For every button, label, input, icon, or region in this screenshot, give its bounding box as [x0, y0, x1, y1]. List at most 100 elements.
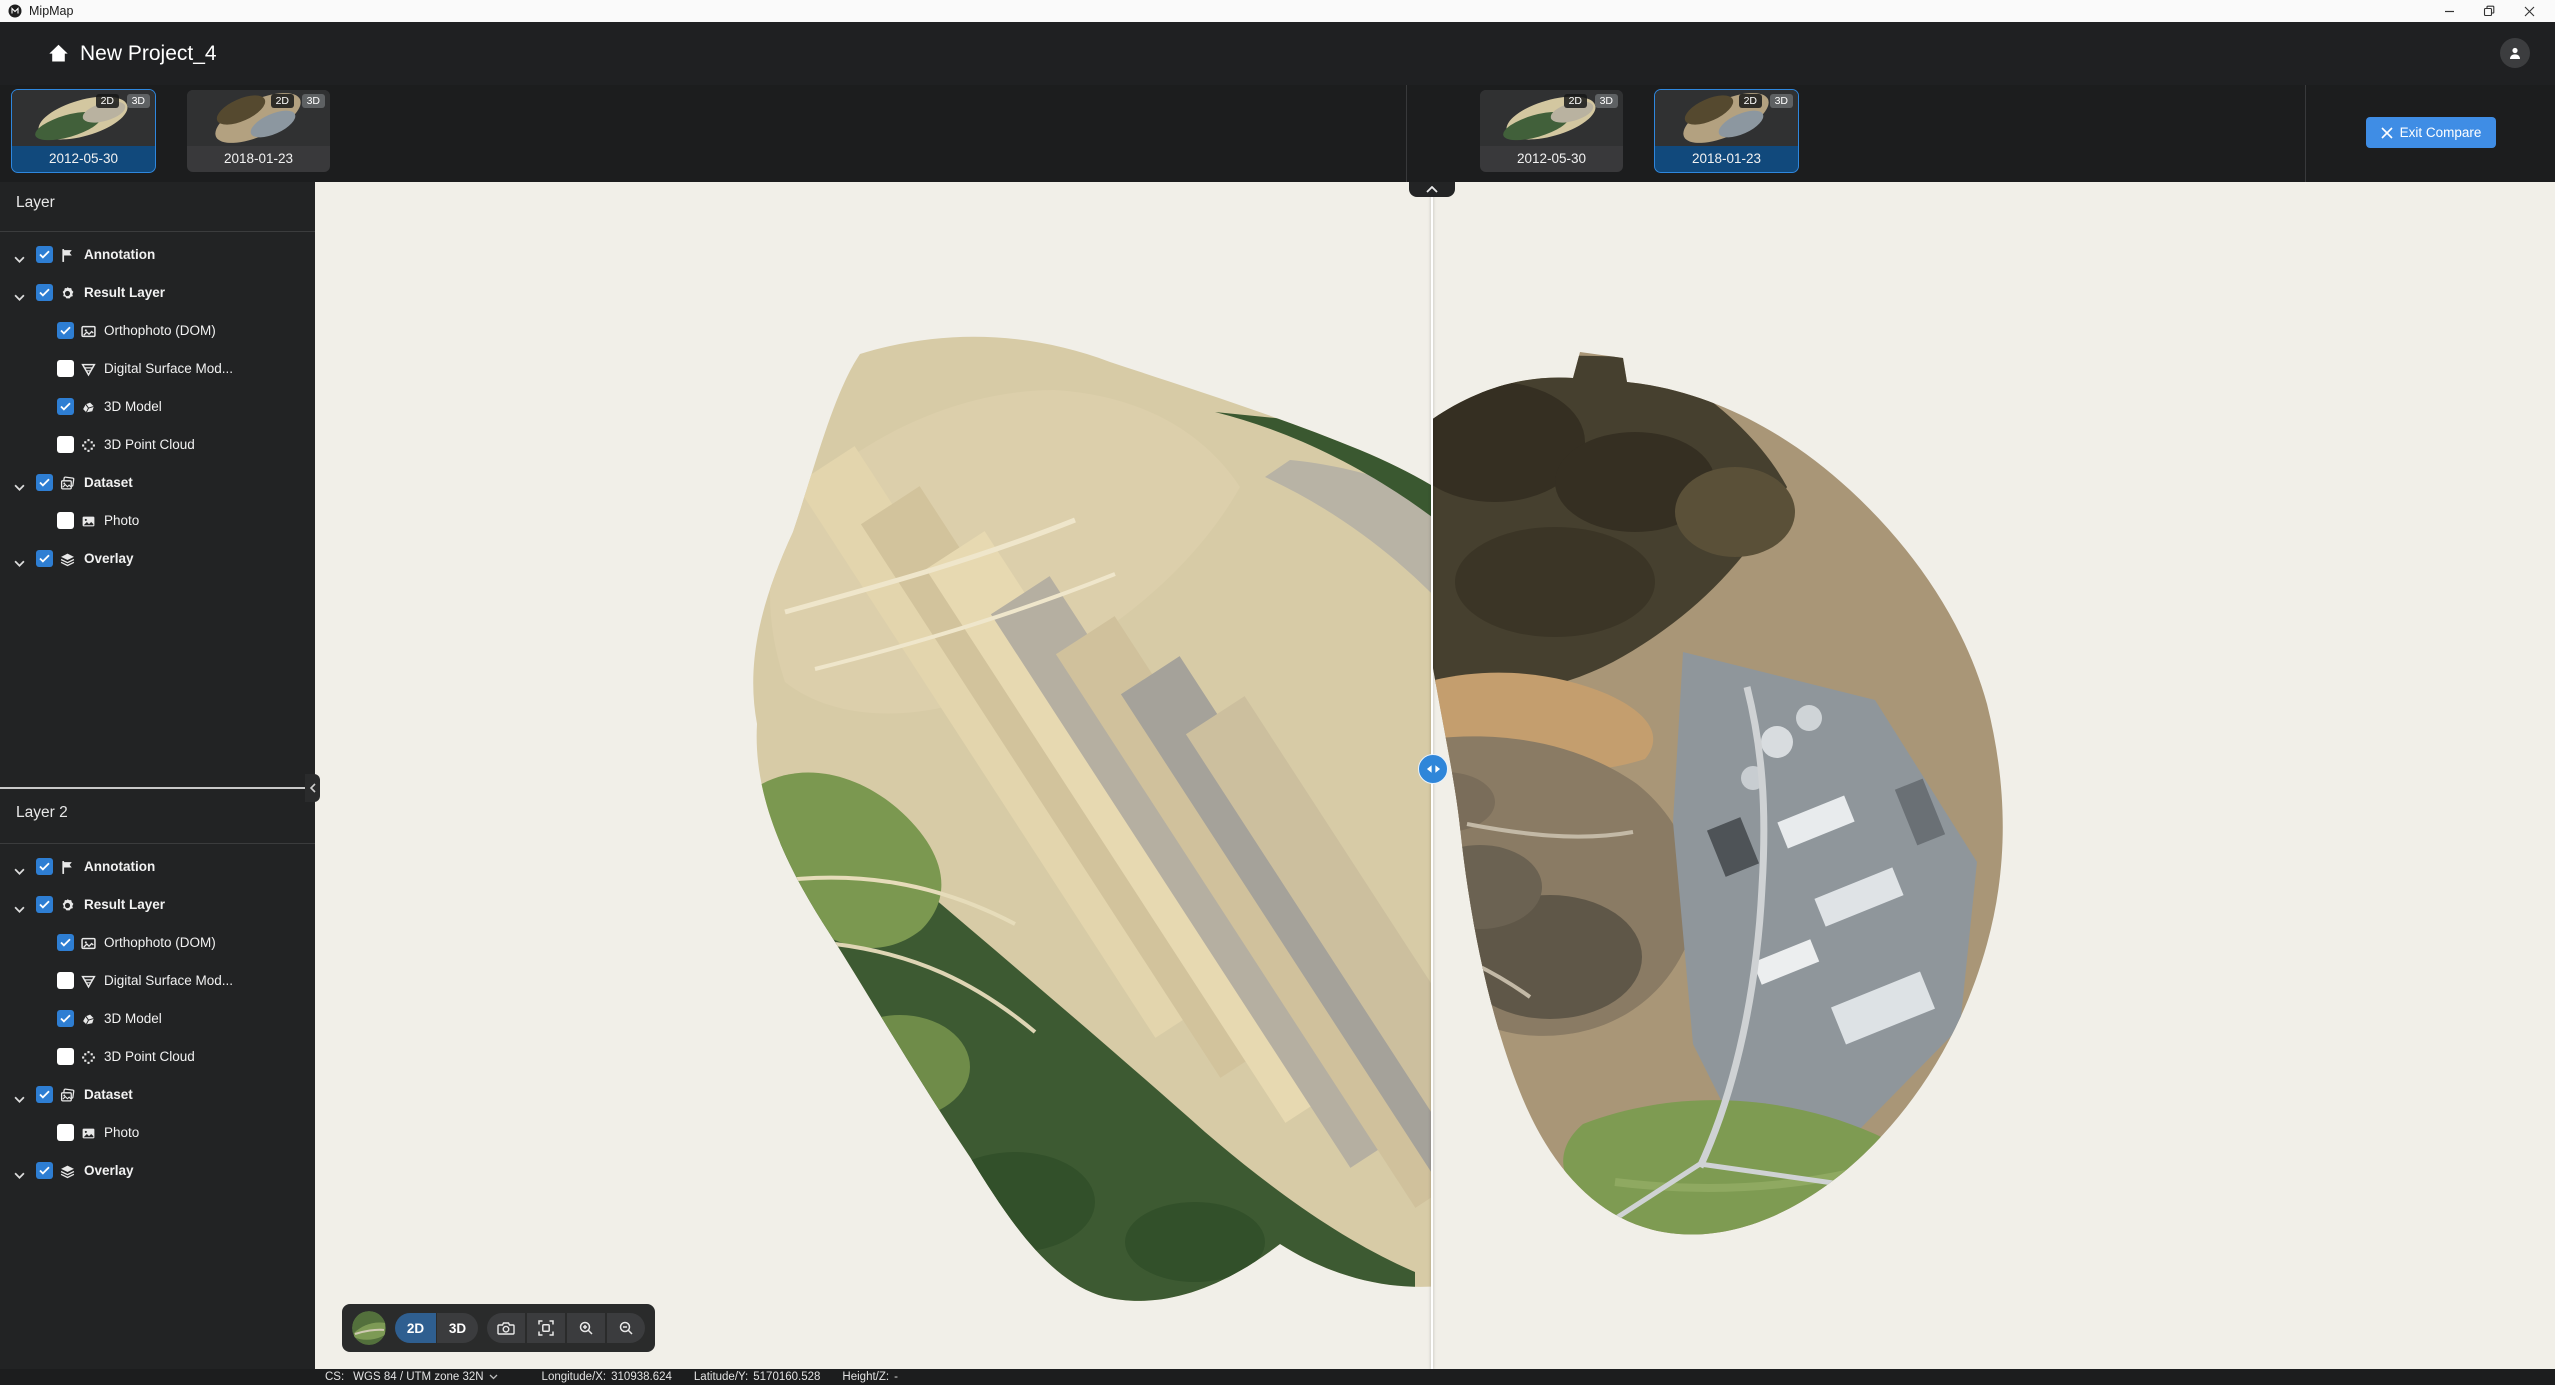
- checkbox-checked[interactable]: [36, 858, 53, 875]
- app-header: New Project_4: [0, 22, 2555, 86]
- zoom-out-icon: [618, 1320, 634, 1336]
- checkbox-unchecked[interactable]: [57, 1124, 74, 1141]
- view-2d-button[interactable]: 2D: [395, 1313, 436, 1343]
- main-area: 2D 3D: [0, 182, 2555, 1369]
- checkbox-unchecked[interactable]: [57, 972, 74, 989]
- dataset-thumb-right-2018[interactable]: 2D 3D 2018-01-23: [1655, 90, 1798, 172]
- overlay-icon: [60, 1164, 75, 1179]
- orthophoto-icon: [81, 936, 96, 951]
- layer2-row-annotation[interactable]: Annotation: [0, 852, 315, 882]
- home-icon[interactable]: [48, 43, 69, 63]
- chevron-left-icon: [310, 783, 316, 793]
- layer-row-dsm[interactable]: Digital Surface Mod...: [0, 354, 315, 384]
- dataset-date-label: 2012-05-30: [1480, 146, 1623, 172]
- dataset-date-label: 2012-05-30: [12, 146, 155, 172]
- checkbox-unchecked[interactable]: [57, 436, 74, 453]
- chevron-down-icon[interactable]: [14, 900, 25, 918]
- layer-row-result-layer[interactable]: Result Layer: [0, 278, 315, 308]
- badge-2d[interactable]: 2D: [271, 94, 294, 108]
- zoom-in-button[interactable]: [567, 1313, 605, 1343]
- badge-2d[interactable]: 2D: [96, 94, 119, 108]
- dataset-thumb-left-2018[interactable]: 2D 3D 2018-01-23: [187, 90, 330, 172]
- left-right-arrows-icon: [1426, 764, 1441, 774]
- layer2-row-dsm[interactable]: Digital Surface Mod...: [0, 966, 315, 996]
- chevron-down-icon[interactable]: [14, 288, 25, 306]
- coordinate-system-selector[interactable]: CS: WGS 84 / UTM zone 32N: [325, 1371, 498, 1383]
- layer2-row-point-cloud[interactable]: 3D Point Cloud: [0, 1042, 315, 1072]
- sidebar-collapse-handle[interactable]: [305, 774, 320, 802]
- view-3d-button[interactable]: 3D: [437, 1313, 478, 1343]
- checkbox-checked[interactable]: [36, 284, 53, 301]
- checkbox-checked[interactable]: [36, 1086, 53, 1103]
- checkbox-unchecked[interactable]: [57, 360, 74, 377]
- layer-row-photo[interactable]: Photo: [0, 506, 315, 536]
- checkbox-checked[interactable]: [36, 474, 53, 491]
- checkbox-checked[interactable]: [36, 1162, 53, 1179]
- dsm-icon: [81, 974, 96, 989]
- cs-label: CS:: [325, 1371, 344, 1383]
- layer-row-dataset[interactable]: Dataset: [0, 468, 315, 498]
- checkbox-checked[interactable]: [36, 896, 53, 913]
- restore-button[interactable]: [2469, 0, 2509, 22]
- user-avatar[interactable]: [2500, 38, 2530, 68]
- checkbox-checked[interactable]: [57, 934, 74, 951]
- checkbox-unchecked[interactable]: [57, 1048, 74, 1065]
- collapse-thumbbar-tab[interactable]: [1409, 182, 1455, 197]
- layer-row-overlay[interactable]: Overlay: [0, 544, 315, 574]
- map-viewport[interactable]: 2D 3D: [315, 182, 2555, 1369]
- layer2-row-orthophoto[interactable]: Orthophoto (DOM): [0, 928, 315, 958]
- checkbox-checked[interactable]: [36, 550, 53, 567]
- flag-icon: [60, 248, 75, 263]
- point-cloud-icon: [81, 438, 96, 453]
- chevron-down-icon[interactable]: [14, 478, 25, 496]
- layer2-row-dataset[interactable]: Dataset: [0, 1080, 315, 1110]
- orthophoto-icon: [81, 324, 96, 339]
- panel-title-layer2: Layer 2: [16, 804, 68, 822]
- checkbox-checked[interactable]: [57, 398, 74, 415]
- basemap-preview-button[interactable]: [352, 1311, 386, 1345]
- layer-row-point-cloud[interactable]: 3D Point Cloud: [0, 430, 315, 460]
- chevron-down-icon[interactable]: [14, 1090, 25, 1108]
- checkbox-checked[interactable]: [36, 246, 53, 263]
- layer-row-orthophoto[interactable]: Orthophoto (DOM): [0, 316, 315, 346]
- chevron-down-icon[interactable]: [14, 250, 25, 268]
- layer2-row-photo[interactable]: Photo: [0, 1118, 315, 1148]
- layer-row-3d-model[interactable]: 3D Model: [0, 392, 315, 422]
- chevron-down-icon[interactable]: [14, 862, 25, 880]
- fit-extent-button[interactable]: [527, 1313, 565, 1343]
- close-icon: [2381, 127, 2393, 139]
- checkbox-checked[interactable]: [57, 322, 74, 339]
- badge-3d[interactable]: 3D: [1770, 94, 1793, 108]
- dataset-thumb-right-2012[interactable]: 2D 3D 2012-05-30: [1480, 90, 1623, 172]
- chevron-down-icon[interactable]: [14, 1166, 25, 1184]
- minimize-button[interactable]: [2429, 0, 2469, 22]
- latitude-label: Latitude/Y:: [694, 1371, 748, 1383]
- panel-title-layer: Layer: [16, 194, 55, 212]
- layer2-row-overlay[interactable]: Overlay: [0, 1156, 315, 1186]
- dataset-thumb-left-2012[interactable]: 2D 3D 2012-05-30: [12, 90, 155, 172]
- checkbox-checked[interactable]: [57, 1010, 74, 1027]
- screenshot-button[interactable]: [487, 1313, 525, 1343]
- badge-3d[interactable]: 3D: [1595, 94, 1618, 108]
- badge-2d[interactable]: 2D: [1564, 94, 1587, 108]
- layer-row-annotation[interactable]: Annotation: [0, 240, 315, 270]
- layer2-row-3d-model[interactable]: 3D Model: [0, 1004, 315, 1034]
- badge-2d[interactable]: 2D: [1739, 94, 1762, 108]
- badge-3d[interactable]: 3D: [302, 94, 325, 108]
- point-cloud-icon: [81, 1050, 96, 1065]
- close-button[interactable]: [2509, 0, 2549, 22]
- exit-compare-button[interactable]: Exit Compare: [2366, 117, 2496, 148]
- longitude-value: 310938.624: [611, 1371, 672, 1383]
- camera-icon: [497, 1321, 515, 1336]
- zoom-out-button[interactable]: [607, 1313, 645, 1343]
- chevron-down-icon[interactable]: [14, 554, 25, 572]
- checkbox-unchecked[interactable]: [57, 512, 74, 529]
- panel-splitter[interactable]: [0, 787, 312, 789]
- photo-icon: [81, 1126, 96, 1141]
- page-title: New Project_4: [80, 22, 217, 85]
- badge-3d[interactable]: 3D: [127, 94, 150, 108]
- dataset-icon: [60, 476, 75, 491]
- layer2-row-result-layer[interactable]: Result Layer: [0, 890, 315, 920]
- compare-slider-handle[interactable]: [1418, 754, 1448, 784]
- app-logo-icon: [8, 4, 22, 18]
